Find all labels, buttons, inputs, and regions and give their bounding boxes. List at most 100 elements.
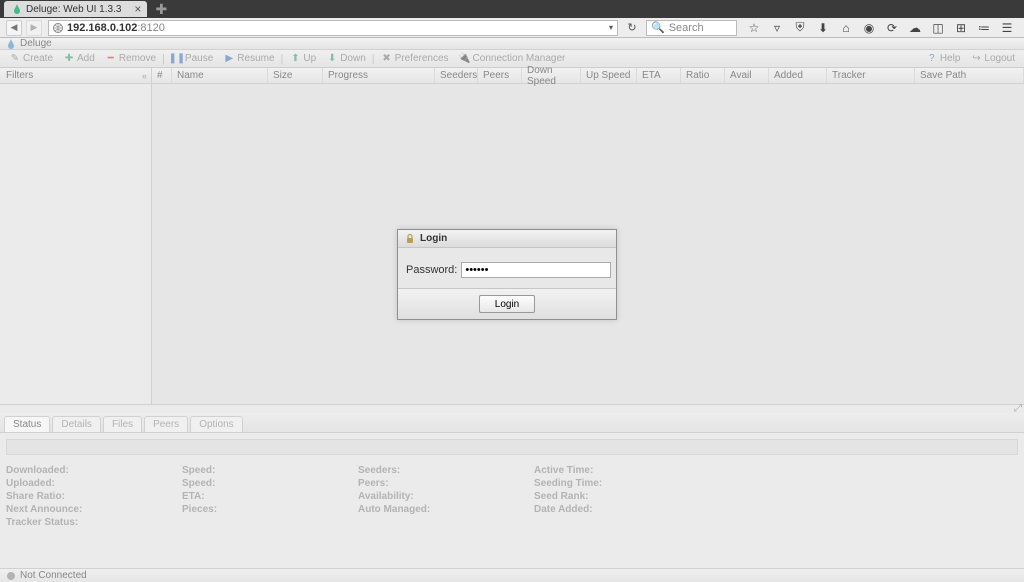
expand-icon[interactable]: ⤢ bbox=[1014, 403, 1022, 414]
col-num[interactable]: # bbox=[152, 68, 172, 83]
field-downloaded: Downloaded: bbox=[6, 465, 182, 476]
weather-icon[interactable]: ☁ bbox=[908, 21, 922, 35]
up-icon: ⬆ bbox=[289, 53, 301, 65]
create-icon: ✎ bbox=[9, 53, 21, 65]
col-peers[interactable]: Peers bbox=[478, 68, 522, 83]
deluge-favicon-icon bbox=[12, 4, 22, 14]
connection-status-text: Not Connected bbox=[20, 570, 87, 581]
col-name[interactable]: Name bbox=[172, 68, 268, 83]
filters-label: Filters bbox=[6, 70, 33, 81]
logout-icon: ↪ bbox=[970, 53, 982, 65]
col-avail[interactable]: Avail bbox=[725, 68, 769, 83]
col-progress[interactable]: Progress bbox=[323, 68, 435, 83]
password-input[interactable] bbox=[461, 262, 611, 278]
sync-icon[interactable]: ⟳ bbox=[885, 21, 899, 35]
tab-peers[interactable]: Peers bbox=[144, 416, 188, 432]
app-title: Deluge bbox=[20, 38, 52, 49]
star-icon[interactable]: ☆ bbox=[747, 21, 761, 35]
remove-button[interactable]: ━Remove bbox=[102, 53, 159, 65]
grid-header: # Name Size Progress Seeders Peers Down … bbox=[152, 68, 1024, 84]
field-share-ratio: Share Ratio: bbox=[6, 491, 182, 502]
new-tab-icon[interactable]: ✚ bbox=[155, 1, 167, 18]
col-down-speed[interactable]: Down Speed bbox=[522, 68, 581, 83]
shield-icon[interactable]: ⛨ bbox=[793, 21, 807, 35]
address-bar[interactable]: 192.168.0.102:8120 ▾ bbox=[48, 20, 618, 36]
col-eta[interactable]: ETA bbox=[637, 68, 681, 83]
col-tracker[interactable]: Tracker bbox=[827, 68, 915, 83]
tab-details[interactable]: Details bbox=[52, 416, 101, 432]
tab-options[interactable]: Options bbox=[190, 416, 242, 432]
tab-files[interactable]: Files bbox=[103, 416, 142, 432]
connection-status-icon bbox=[6, 571, 16, 581]
help-button[interactable]: ?Help bbox=[923, 53, 964, 65]
field-tracker-status: Tracker Status: bbox=[6, 517, 182, 528]
resume-icon: ▶ bbox=[223, 53, 235, 65]
back-button[interactable]: ◀ bbox=[6, 20, 22, 36]
addon-icon[interactable]: ⊞ bbox=[954, 21, 968, 35]
login-dialog-header[interactable]: Login bbox=[398, 230, 616, 248]
add-button[interactable]: ✚Add bbox=[60, 53, 98, 65]
filters-header[interactable]: Filters « bbox=[0, 68, 151, 84]
forward-button: ▶ bbox=[26, 20, 42, 36]
logout-button[interactable]: ↪Logout bbox=[967, 53, 1018, 65]
field-eta: ETA: bbox=[182, 491, 358, 502]
connection-manager-button[interactable]: 🔌Connection Manager bbox=[456, 53, 569, 65]
login-button[interactable]: Login bbox=[479, 295, 535, 313]
up-button[interactable]: ⬆Up bbox=[286, 53, 319, 65]
details-tabs: Status Details Files Peers Options bbox=[0, 413, 1024, 433]
field-active-time: Active Time: bbox=[534, 465, 710, 476]
col-ratio[interactable]: Ratio bbox=[681, 68, 725, 83]
panel-icon[interactable]: ≔ bbox=[977, 21, 991, 35]
col-size[interactable]: Size bbox=[268, 68, 323, 83]
connection-icon: 🔌 bbox=[459, 53, 471, 65]
status-fields: Downloaded: Uploaded: Share Ratio: Next … bbox=[6, 463, 1018, 530]
create-button[interactable]: ✎Create bbox=[6, 53, 56, 65]
feed-icon[interactable]: ◉ bbox=[862, 21, 876, 35]
browser-tab[interactable]: Deluge: Web UI 1.3.3 × bbox=[4, 1, 147, 17]
app-title-bar: Deluge bbox=[0, 38, 1024, 50]
tab-close-icon[interactable]: × bbox=[134, 2, 141, 16]
field-uploaded: Uploaded: bbox=[6, 478, 182, 489]
address-port: :8120 bbox=[137, 22, 165, 34]
sidebar: Filters « bbox=[0, 68, 152, 404]
add-icon: ✚ bbox=[63, 53, 75, 65]
download-icon[interactable]: ⬇ bbox=[816, 21, 830, 35]
search-icon: 🔍 bbox=[651, 21, 665, 34]
lock-icon bbox=[404, 233, 416, 245]
search-bar[interactable]: 🔍 Search bbox=[646, 20, 737, 36]
field-date-added: Date Added: bbox=[534, 504, 710, 515]
browser-tab-strip: Deluge: Web UI 1.3.3 × ✚ bbox=[0, 0, 1024, 18]
screenshot-icon[interactable]: ◫ bbox=[931, 21, 945, 35]
address-dropdown-icon[interactable]: ▾ bbox=[609, 23, 613, 32]
pause-button[interactable]: ❚❚Pause bbox=[168, 53, 216, 65]
down-button[interactable]: ⬇Down bbox=[323, 53, 369, 65]
col-added[interactable]: Added bbox=[769, 68, 827, 83]
bottom-panel: ⤢ Status Details Files Peers Options Dow… bbox=[0, 404, 1024, 569]
field-auto-managed: Auto Managed: bbox=[358, 504, 534, 515]
bottom-splitter[interactable]: ⤢ bbox=[0, 405, 1024, 413]
tab-status[interactable]: Status bbox=[4, 416, 50, 432]
address-host: 192.168.0.102 bbox=[67, 22, 137, 34]
pocket-icon[interactable]: ▿ bbox=[770, 21, 784, 35]
home-icon[interactable]: ⌂ bbox=[839, 21, 853, 35]
browser-icons: ☆ ▿ ⛨ ⬇ ⌂ ◉ ⟳ ☁ ◫ ⊞ ≔ ☰ bbox=[741, 21, 1020, 35]
field-seeding-time: Seeding Time: bbox=[534, 478, 710, 489]
progress-bar bbox=[6, 439, 1018, 455]
col-seeders[interactable]: Seeders bbox=[435, 68, 478, 83]
main-toolbar: ✎Create ✚Add ━Remove | ❚❚Pause ▶Resume |… bbox=[0, 50, 1024, 68]
login-dialog-title: Login bbox=[420, 233, 447, 244]
field-speed-up: Speed: bbox=[182, 478, 358, 489]
pause-icon: ❚❚ bbox=[171, 53, 183, 65]
resume-button[interactable]: ▶Resume bbox=[220, 53, 277, 65]
field-availability: Availability: bbox=[358, 491, 534, 502]
col-up-speed[interactable]: Up Speed bbox=[581, 68, 637, 83]
preferences-button[interactable]: ✖Preferences bbox=[378, 53, 452, 65]
col-save-path[interactable]: Save Path bbox=[915, 68, 1024, 83]
collapse-icon[interactable]: « bbox=[142, 71, 147, 81]
login-dialog: Login Password: Login bbox=[397, 229, 617, 320]
globe-icon bbox=[53, 23, 63, 33]
field-pieces: Pieces: bbox=[182, 504, 358, 515]
remove-icon: ━ bbox=[105, 53, 117, 65]
menu-icon[interactable]: ☰ bbox=[1000, 21, 1014, 35]
reload-button[interactable]: ↻ bbox=[624, 20, 640, 36]
